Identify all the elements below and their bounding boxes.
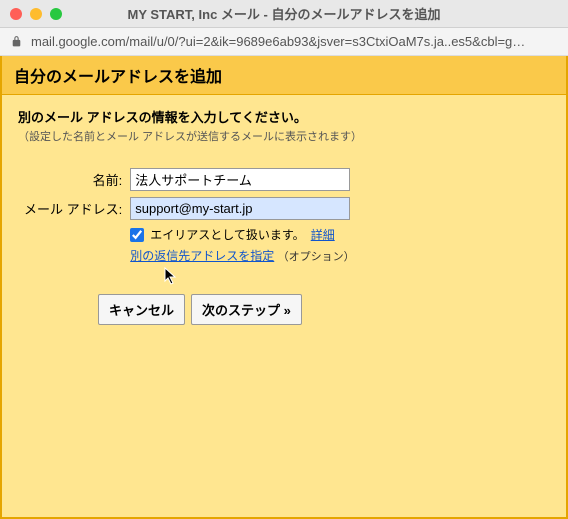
instruction-sub: （設定した名前とメール アドレスが送信するメールに表示されます） <box>18 128 550 144</box>
body-area: 別のメール アドレスの情報を入力してください。 （設定した名前とメール アドレス… <box>2 95 566 337</box>
url-text[interactable]: mail.google.com/mail/u/0/?ui=2&ik=9689e6… <box>31 34 558 49</box>
window-title: MY START, Inc メール - 自分のメールアドレスを追加 <box>8 4 560 23</box>
alias-row: エイリアスとして扱います。 詳細 <box>130 226 354 243</box>
lock-icon <box>10 35 23 48</box>
reply-address-link[interactable]: 別の返信先アドレスを指定 <box>130 249 274 263</box>
content-area: 自分のメールアドレスを追加 別のメール アドレスの情報を入力してください。 （設… <box>0 56 568 519</box>
reply-row: 別の返信先アドレスを指定 （オプション） <box>130 247 354 264</box>
minimize-icon[interactable] <box>30 8 42 20</box>
email-input[interactable] <box>130 197 350 220</box>
instruction-main: 別のメール アドレスの情報を入力してください。 <box>18 107 550 126</box>
alias-checkbox[interactable] <box>130 228 144 242</box>
next-button[interactable]: 次のステップ » <box>191 294 302 325</box>
maximize-icon[interactable] <box>50 8 62 20</box>
cancel-button[interactable]: キャンセル <box>98 294 185 325</box>
page-title: 自分のメールアドレスを追加 <box>2 56 566 95</box>
close-icon[interactable] <box>10 8 22 20</box>
form: 名前: メール アドレス: エイリアスとして扱います。 詳細 <box>18 162 361 270</box>
traffic-lights <box>10 8 62 20</box>
name-input[interactable] <box>130 168 350 191</box>
address-bar: mail.google.com/mail/u/0/?ui=2&ik=9689e6… <box>0 28 568 56</box>
alias-detail-link[interactable]: 詳細 <box>311 226 335 243</box>
button-row: キャンセル 次のステップ » <box>98 294 550 325</box>
reply-option-text: （オプション） <box>278 251 355 263</box>
alias-text: エイリアスとして扱います。 <box>150 226 304 243</box>
window-titlebar: MY START, Inc メール - 自分のメールアドレスを追加 <box>0 0 568 28</box>
name-label: 名前: <box>24 168 124 191</box>
email-label: メール アドレス: <box>24 197 124 220</box>
